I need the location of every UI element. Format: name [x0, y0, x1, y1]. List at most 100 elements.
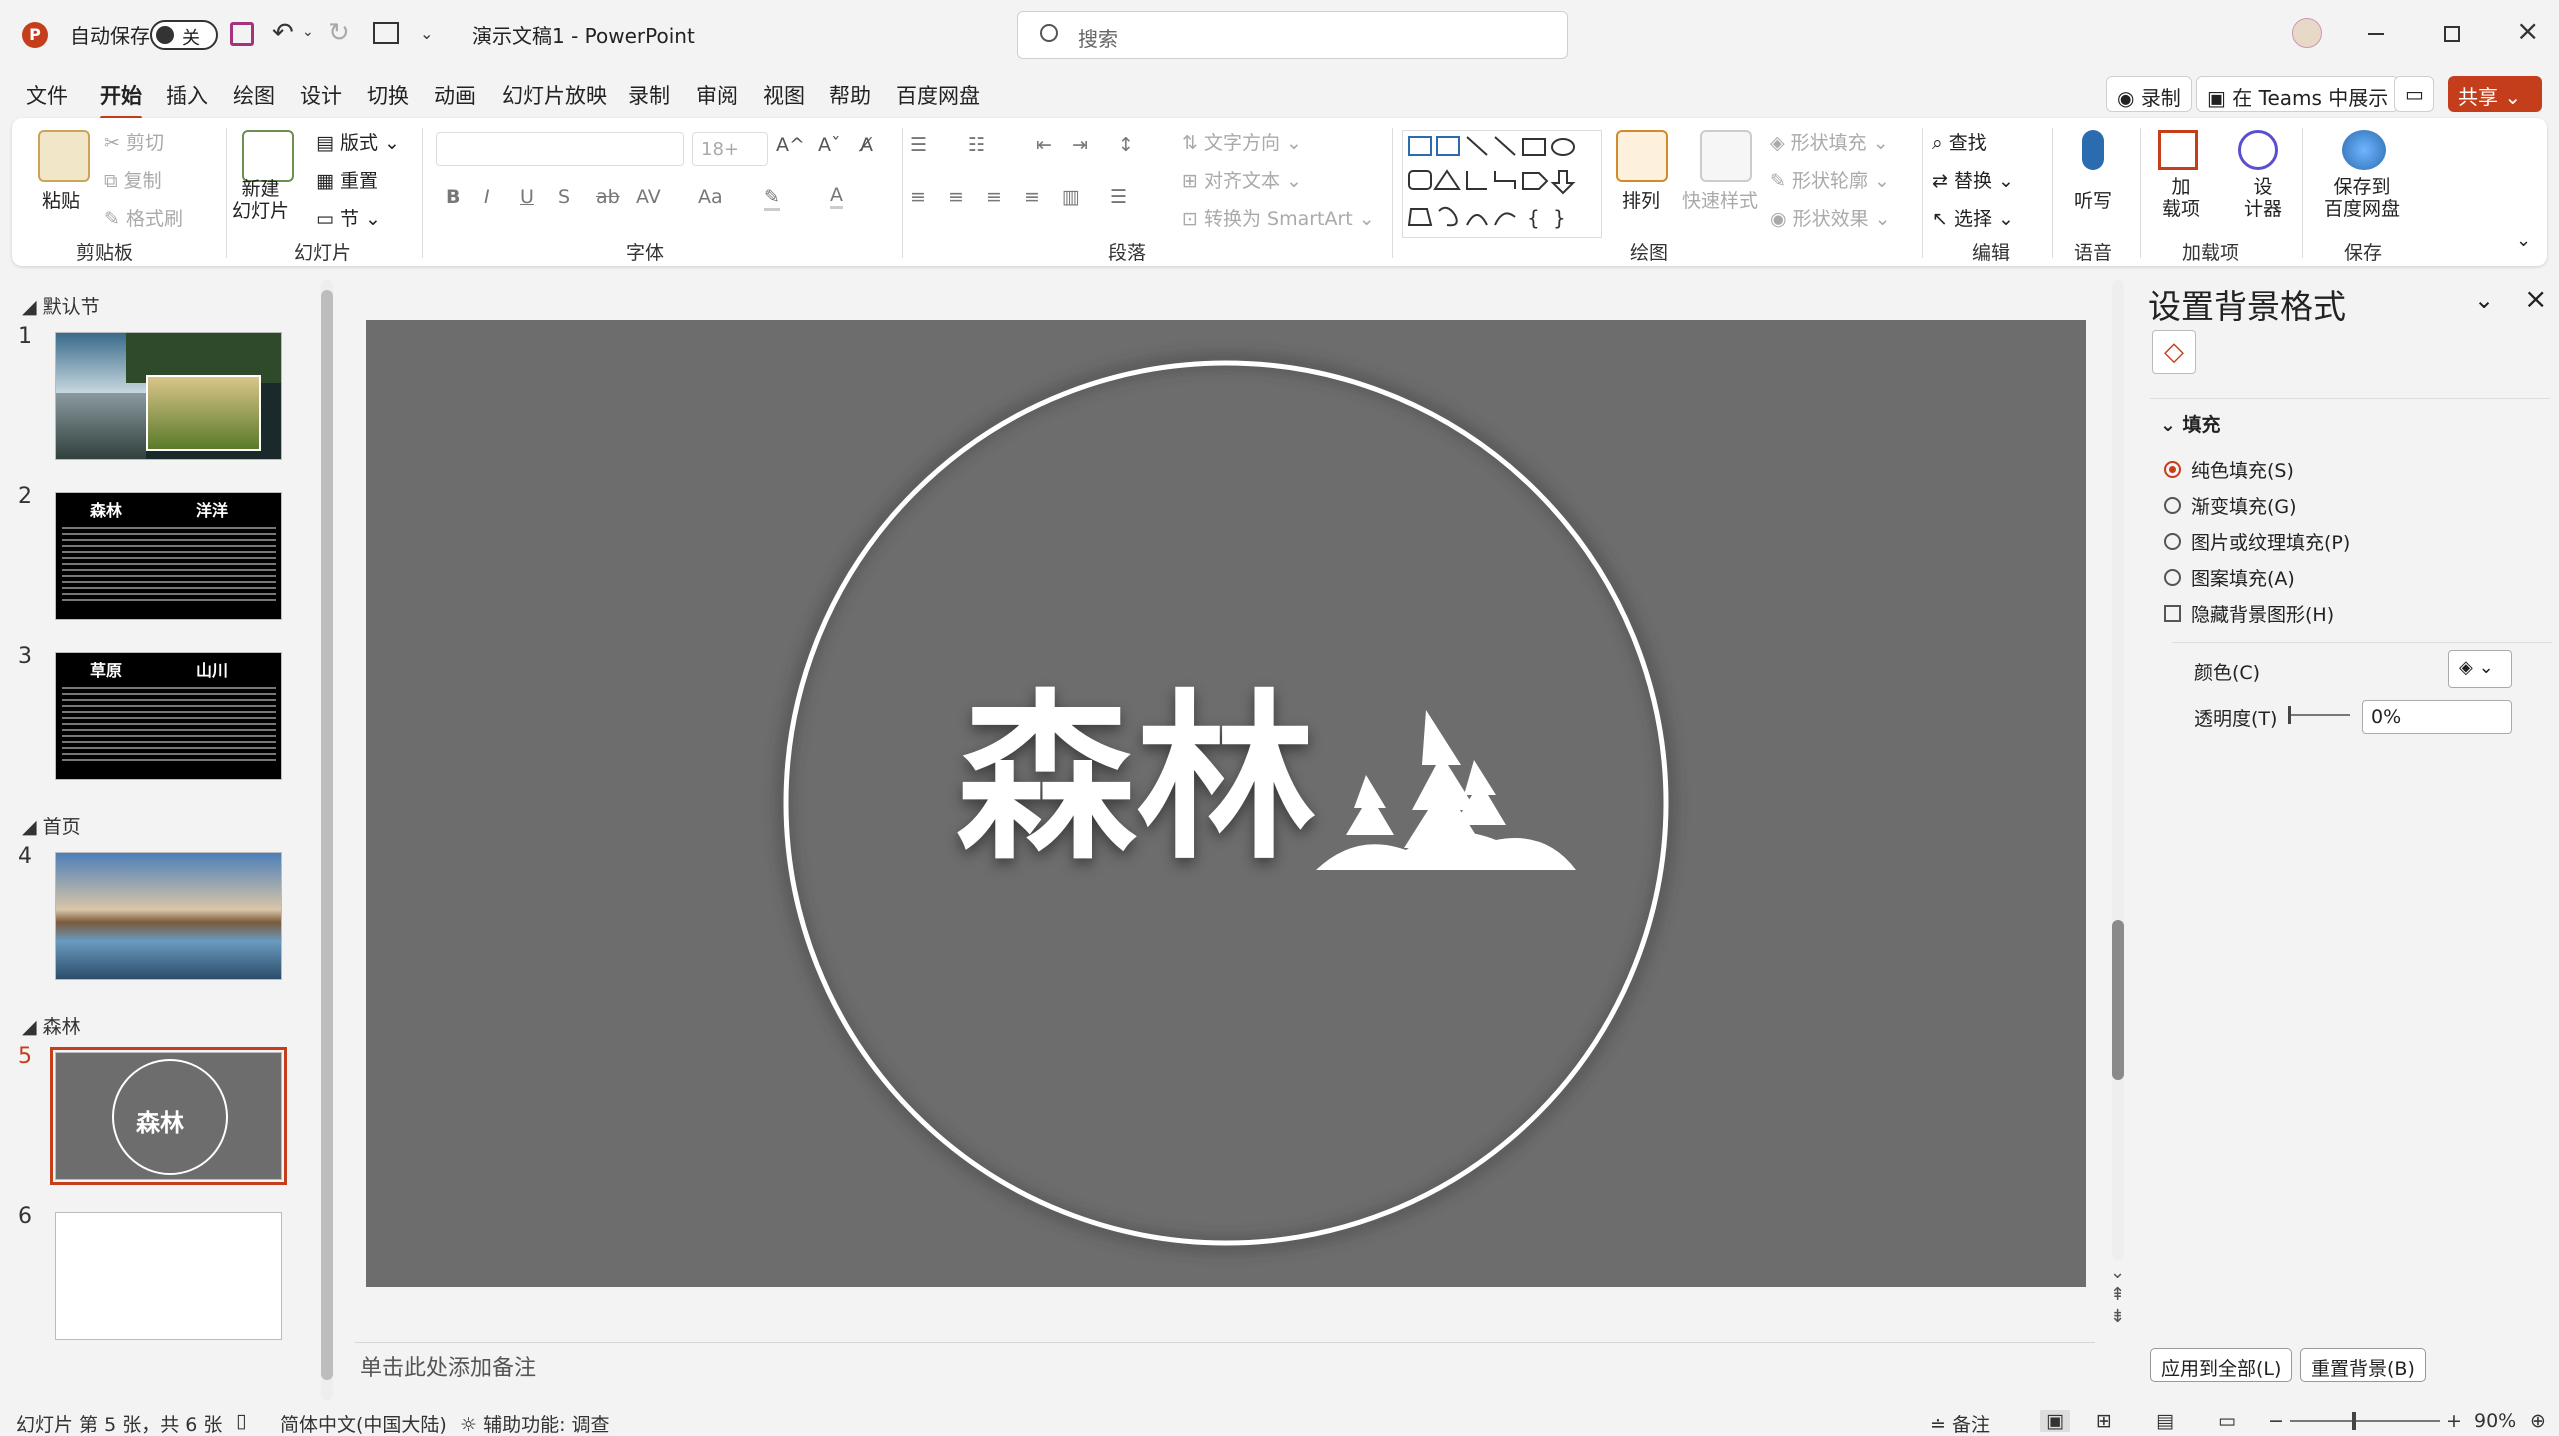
- tab-review[interactable]: 审阅: [696, 80, 738, 110]
- thumbnails-scroll-thumb[interactable]: [321, 290, 333, 1380]
- tab-baidu[interactable]: 百度网盘: [896, 80, 980, 110]
- slide-scroll-thumb[interactable]: [2112, 920, 2124, 1080]
- zoom-slider[interactable]: [2290, 1420, 2440, 1422]
- slide-canvas[interactable]: 森林: [366, 320, 2086, 1287]
- highlight-icon[interactable]: ✎: [764, 186, 780, 211]
- zoom-level[interactable]: 90%: [2474, 1410, 2516, 1432]
- tab-view[interactable]: 视图: [763, 80, 805, 110]
- new-slide-icon[interactable]: [242, 130, 294, 182]
- paste-icon[interactable]: [38, 130, 90, 182]
- addins-icon[interactable]: [2158, 130, 2198, 170]
- addins-label[interactable]: 加 载项: [2162, 176, 2200, 220]
- slide-thumbnail-1[interactable]: [55, 332, 282, 460]
- increase-indent-icon[interactable]: ⇥: [1072, 134, 1088, 156]
- select-button[interactable]: ↖ 选择 ⌄: [1932, 204, 2014, 231]
- transparency-slider-thumb[interactable]: [2288, 706, 2291, 724]
- picture-fill-option[interactable]: 图片或纹理填充(P): [2164, 528, 2350, 555]
- arrange-label[interactable]: 排列: [1622, 186, 1660, 213]
- save-baidu-label[interactable]: 保存到 百度网盘: [2324, 176, 2400, 220]
- tab-animations[interactable]: 动画: [434, 80, 476, 110]
- section-header[interactable]: ◢ 首页: [22, 812, 81, 839]
- align-center-icon[interactable]: ≡: [948, 186, 964, 208]
- section-header[interactable]: ◢ 默认节: [22, 292, 100, 319]
- comments-button[interactable]: ▭: [2394, 76, 2434, 112]
- save-icon[interactable]: [230, 22, 254, 46]
- decrease-indent-icon[interactable]: ⇤: [1036, 134, 1052, 156]
- close-icon[interactable]: ×: [2516, 14, 2539, 47]
- customize-qat-icon[interactable]: ⌄: [420, 24, 433, 43]
- solid-fill-option[interactable]: 纯色填充(S): [2164, 456, 2294, 483]
- pane-close-icon[interactable]: ×: [2524, 282, 2547, 315]
- font-family-select[interactable]: [436, 132, 684, 166]
- italic-icon[interactable]: I: [484, 186, 490, 208]
- align-vertical-icon[interactable]: ☰: [1110, 186, 1127, 208]
- tab-transitions[interactable]: 切换: [367, 80, 409, 110]
- new-slide-label[interactable]: 新建 幻灯片: [232, 178, 289, 222]
- quick-styles-icon[interactable]: [1700, 130, 1752, 182]
- gradient-fill-option[interactable]: 渐变填充(G): [2164, 492, 2297, 519]
- cut-button[interactable]: ✂ 剪切: [104, 128, 164, 155]
- share-button[interactable]: 共享 ⌄: [2448, 76, 2542, 112]
- decrease-font-icon[interactable]: Aˇ: [818, 134, 841, 156]
- underline-icon[interactable]: U: [520, 186, 534, 208]
- microphone-icon[interactable]: [2082, 130, 2104, 170]
- spellcheck-icon[interactable]: ▯: [236, 1410, 246, 1432]
- undo-dropdown-icon[interactable]: ⌄: [302, 24, 314, 40]
- align-text-button[interactable]: ⊞ 对齐文本 ⌄: [1182, 166, 1302, 193]
- zoom-in-icon[interactable]: +: [2446, 1410, 2462, 1432]
- shape-fill-button[interactable]: ◈ 形状填充 ⌄: [1770, 128, 1889, 155]
- tab-file[interactable]: 文件: [26, 80, 68, 110]
- pane-options-icon[interactable]: ⌄: [2474, 286, 2494, 314]
- search-box[interactable]: 搜索: [1017, 11, 1568, 59]
- zoom-slider-thumb[interactable]: [2352, 1412, 2356, 1430]
- notes-toggle[interactable]: ≐ 备注: [1930, 1410, 1990, 1436]
- teams-present-button[interactable]: ▣ 在 Teams 中展示: [2196, 76, 2400, 112]
- increase-font-icon[interactable]: A^: [776, 134, 805, 156]
- transparency-input[interactable]: 0%: [2362, 700, 2512, 734]
- strikethrough-icon[interactable]: ab: [596, 186, 620, 208]
- accessibility-status[interactable]: ☼ 辅助功能: 调查: [460, 1410, 610, 1436]
- redo-icon[interactable]: ↻: [328, 18, 350, 48]
- text-direction-button[interactable]: ⇅ 文字方向 ⌄: [1182, 128, 1302, 155]
- bullets-icon[interactable]: ☰: [910, 134, 927, 156]
- tab-help[interactable]: 帮助: [829, 80, 871, 110]
- slide-thumbnail-2[interactable]: 森林 洋洋: [55, 492, 282, 620]
- format-painter-button[interactable]: ✎ 格式刷: [104, 204, 183, 231]
- present-icon[interactable]: [373, 22, 399, 44]
- tab-slideshow[interactable]: 幻灯片放映: [502, 80, 607, 110]
- reading-view-icon[interactable]: ▤: [2156, 1410, 2174, 1432]
- columns-icon[interactable]: ▥: [1062, 186, 1080, 208]
- arrange-icon[interactable]: [1616, 130, 1668, 182]
- quick-styles-label[interactable]: 快速样式: [1682, 186, 1758, 213]
- normal-view-icon[interactable]: ▣: [2040, 1410, 2070, 1432]
- align-right-icon[interactable]: ≡: [986, 186, 1002, 208]
- designer-label[interactable]: 设 计器: [2244, 176, 2282, 220]
- layout-button[interactable]: ▤ 版式 ⌄: [316, 128, 400, 155]
- section-button[interactable]: ▭ 节 ⌄: [316, 204, 381, 231]
- fill-section-header[interactable]: ⌄ 填充: [2160, 410, 2221, 437]
- fill-tab-icon[interactable]: ◇: [2152, 330, 2196, 374]
- align-left-icon[interactable]: ≡: [910, 186, 926, 208]
- slide-thumbnail-5[interactable]: 森林: [50, 1047, 287, 1185]
- tab-design[interactable]: 设计: [300, 80, 342, 110]
- shapes-gallery[interactable]: {}: [1402, 130, 1602, 238]
- slide-thumbnail-6[interactable]: [55, 1212, 282, 1340]
- fit-to-window-icon[interactable]: ⊕: [2530, 1410, 2546, 1432]
- minimize-icon[interactable]: [2368, 33, 2384, 35]
- transparency-slider[interactable]: [2290, 714, 2350, 716]
- slide-thumbnail-4[interactable]: [55, 852, 282, 980]
- clear-format-icon[interactable]: A̸: [860, 134, 873, 156]
- tab-record[interactable]: 录制: [628, 80, 670, 110]
- char-spacing-icon[interactable]: AV: [636, 186, 661, 208]
- tab-draw[interactable]: 绘图: [233, 80, 275, 110]
- font-color-icon[interactable]: A: [830, 184, 843, 209]
- bold-icon[interactable]: B: [446, 186, 460, 208]
- smartart-button[interactable]: ⊡ 转换为 SmartArt ⌄: [1182, 204, 1375, 231]
- justify-icon[interactable]: ≡: [1024, 186, 1040, 208]
- zoom-out-icon[interactable]: −: [2268, 1410, 2284, 1432]
- maximize-icon[interactable]: [2444, 26, 2460, 42]
- reset-button[interactable]: ▦ 重置: [316, 166, 378, 193]
- section-header[interactable]: ◢ 森林: [22, 1012, 81, 1039]
- slide-title[interactable]: 森林: [956, 690, 1316, 870]
- apply-to-all-button[interactable]: 应用到全部(L): [2150, 1348, 2293, 1382]
